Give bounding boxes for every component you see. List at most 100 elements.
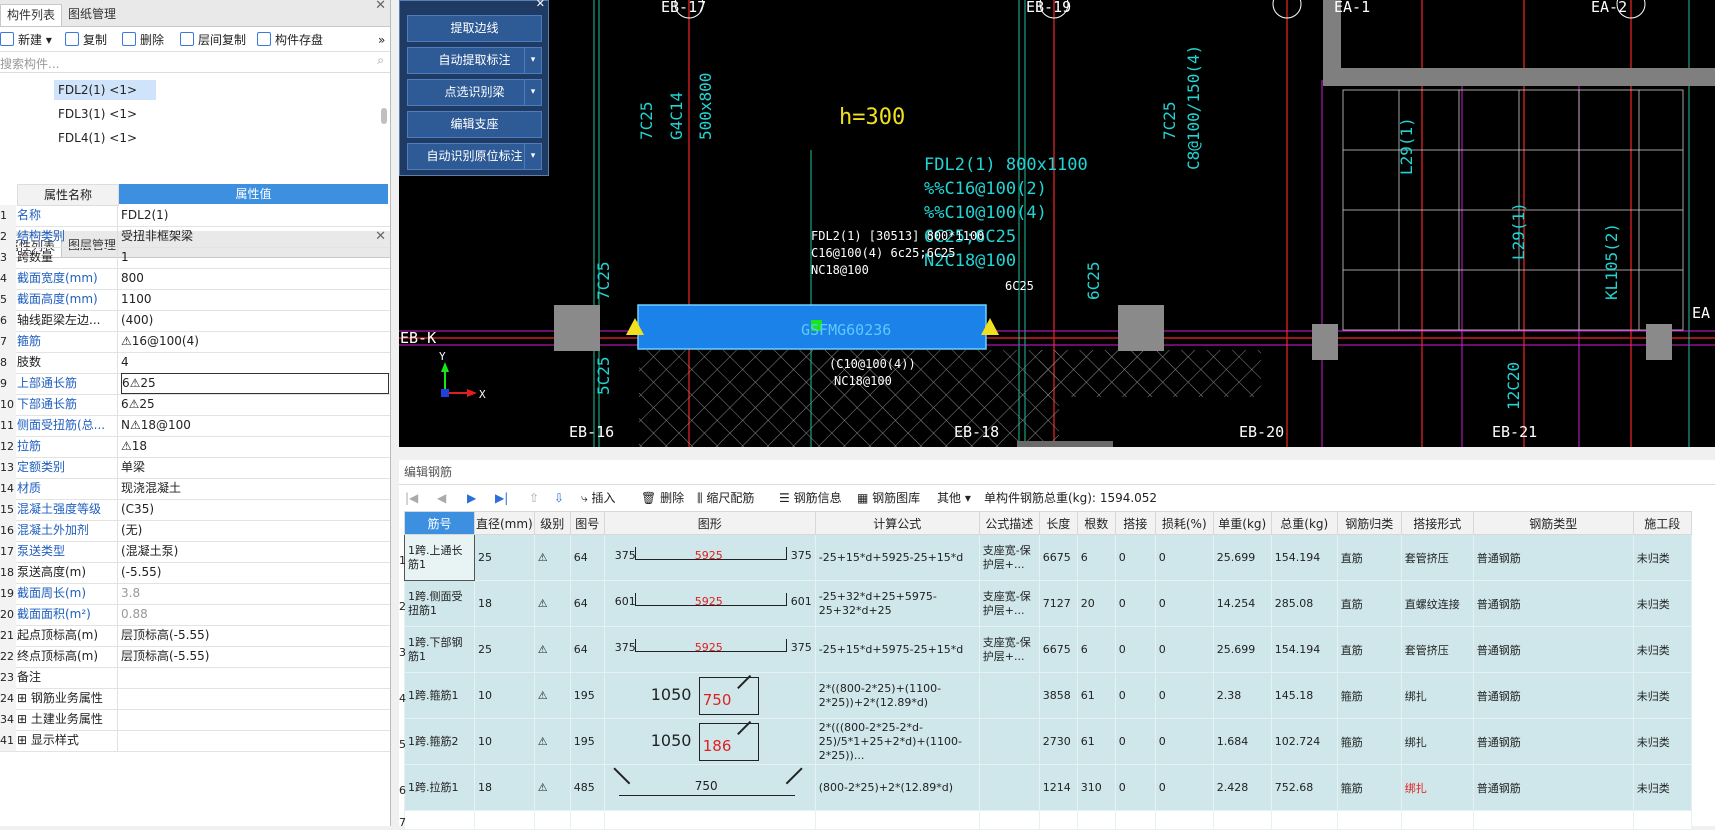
- list-item[interactable]: FDL4(1) <1>: [54, 128, 141, 148]
- loss-cell[interactable]: 0: [1154, 626, 1214, 673]
- loss-cell[interactable]: 0: [1154, 764, 1214, 811]
- rebar-name-cell[interactable]: 1跨.下部钢筋1: [404, 626, 475, 673]
- layer-copy-button[interactable]: 层间复制: [180, 31, 246, 49]
- property-row[interactable]: 41 ⊞ 显示样式: [0, 730, 390, 752]
- edit-support-button[interactable]: 编辑支座: [407, 111, 542, 138]
- rebar-info-button[interactable]: ☰ 钢筋信息: [779, 488, 842, 508]
- empty-cell[interactable]: [978, 810, 1040, 830]
- table-row[interactable]: 1跨.下部钢筋1 25 ⚠ 64 375 5925 375 -25+15*d+5975-25+…: [404, 626, 1692, 673]
- cls-cell[interactable]: 直筋: [1336, 626, 1402, 673]
- count-cell[interactable]: 61: [1076, 672, 1116, 719]
- insert-button[interactable]: ⤷ 插入: [581, 488, 616, 508]
- property-value[interactable]: [121, 667, 387, 688]
- property-row[interactable]: 14 材质 现浇混凝土: [0, 478, 390, 500]
- total-cell[interactable]: 154.194: [1270, 534, 1338, 581]
- table-row[interactable]: 1跨.上通长筋1 25 ⚠ 64 375 5925 375 -25+15*d+5925-25+…: [404, 534, 1692, 581]
- total-cell[interactable]: 145.18: [1270, 672, 1338, 719]
- len-cell[interactable]: 7127: [1038, 580, 1078, 627]
- column-header[interactable]: 级别: [533, 511, 571, 535]
- property-value[interactable]: 4: [121, 352, 387, 373]
- property-row[interactable]: 5 截面高度(mm) 1100: [0, 289, 390, 311]
- close-icon[interactable]: ✕: [536, 0, 545, 10]
- search-input[interactable]: 搜索构件...: [0, 55, 59, 72]
- shape-cell[interactable]: 750: [603, 764, 816, 811]
- loss-cell[interactable]: 0: [1154, 534, 1214, 581]
- property-value[interactable]: 层顶标高(-5.55): [121, 646, 387, 667]
- empty-cell[interactable]: [1472, 810, 1634, 830]
- shape-cell[interactable]: 1050 750: [603, 672, 816, 719]
- property-value[interactable]: 800: [121, 268, 387, 289]
- len-cell[interactable]: 6675: [1038, 626, 1078, 673]
- fig-cell[interactable]: 195: [569, 672, 605, 719]
- property-value[interactable]: 0.88: [121, 604, 387, 625]
- count-cell[interactable]: 6: [1076, 534, 1116, 581]
- formula-cell[interactable]: 2*((800-2*25)+(1100-2*25))+2*(12.89*d): [814, 672, 980, 719]
- property-value[interactable]: 1100: [121, 289, 387, 310]
- desc-cell[interactable]: [978, 672, 1040, 719]
- last-icon[interactable]: ▶|: [495, 488, 508, 508]
- property-value[interactable]: (-5.55): [121, 562, 387, 583]
- first-icon[interactable]: |◀: [405, 488, 418, 508]
- shape-cell[interactable]: 375 5925 375: [603, 626, 816, 673]
- rebar-name-cell[interactable]: 1跨.箍筋1: [404, 672, 475, 719]
- shape-cell[interactable]: 375 5925 375: [603, 534, 816, 581]
- stage-cell[interactable]: 未归类: [1632, 534, 1692, 581]
- type-cell[interactable]: 普通钢筋: [1472, 764, 1634, 811]
- count-cell[interactable]: 6: [1076, 626, 1116, 673]
- empty-cell[interactable]: [474, 810, 535, 830]
- dia-cell[interactable]: 25: [474, 534, 535, 581]
- lapform-cell[interactable]: 套管挤压: [1400, 626, 1474, 673]
- property-value[interactable]: N⚠18@100: [121, 415, 387, 436]
- unit-cell[interactable]: 1.684: [1212, 718, 1272, 765]
- cls-cell[interactable]: 箍筋: [1336, 764, 1402, 811]
- type-cell[interactable]: 普通钢筋: [1472, 718, 1634, 765]
- column-header[interactable]: 单重(kg): [1212, 511, 1272, 535]
- fig-cell[interactable]: 64: [569, 626, 605, 673]
- unit-cell[interactable]: 25.699: [1212, 534, 1272, 581]
- property-row[interactable]: 20 截面面积(m²) 0.88: [0, 604, 390, 626]
- property-row[interactable]: 19 截面周长(m) 3.8: [0, 583, 390, 605]
- auto-extract-label-button[interactable]: 自动提取标注 ▾: [407, 47, 542, 74]
- property-value[interactable]: [121, 709, 387, 730]
- grade-cell[interactable]: ⚠: [533, 626, 571, 673]
- empty-cell[interactable]: [569, 810, 605, 830]
- total-cell[interactable]: 285.08: [1270, 580, 1338, 627]
- property-value[interactable]: 现浇混凝土: [121, 478, 387, 499]
- property-row[interactable]: 13 定额类别 单梁: [0, 457, 390, 479]
- grade-cell[interactable]: ⚠: [533, 764, 571, 811]
- desc-cell[interactable]: 支座宽-保护层+...: [978, 626, 1040, 673]
- search-icon[interactable]: ⌕: [377, 53, 384, 68]
- lapform-cell[interactable]: 绑扎: [1400, 718, 1474, 765]
- column-header[interactable]: 损耗(%): [1154, 511, 1214, 535]
- loss-cell[interactable]: 0: [1154, 580, 1214, 627]
- property-value[interactable]: 单梁: [121, 457, 387, 478]
- column-header[interactable]: 直径(mm): [474, 511, 535, 535]
- fig-cell[interactable]: 485: [569, 764, 605, 811]
- empty-cell[interactable]: [1632, 810, 1692, 830]
- desc-cell[interactable]: 支座宽-保护层+...: [978, 534, 1040, 581]
- copy-button[interactable]: 复制: [65, 31, 107, 49]
- property-row[interactable]: 3 跨数量 1: [0, 247, 390, 269]
- lapform-cell[interactable]: 绑扎: [1400, 672, 1474, 719]
- lap-cell[interactable]: 0: [1114, 626, 1156, 673]
- table-row[interactable]: 1跨.侧面受扭筋1 18 ⚠ 64 601 5925 601 -25+32*d+25+5975…: [404, 580, 1692, 627]
- property-row[interactable]: 23 备注: [0, 667, 390, 689]
- stage-cell[interactable]: 未归类: [1632, 764, 1692, 811]
- rebar-library-button[interactable]: ▦ 钢筋图库: [857, 488, 920, 508]
- len-cell[interactable]: 6675: [1038, 534, 1078, 581]
- property-row[interactable]: 34 ⊞ 土建业务属性: [0, 709, 390, 731]
- dia-cell[interactable]: 10: [474, 718, 535, 765]
- unit-cell[interactable]: 14.254: [1212, 580, 1272, 627]
- close-icon[interactable]: ✕: [375, 0, 386, 13]
- property-value[interactable]: (混凝土泵): [121, 541, 387, 562]
- column-header[interactable]: 图形: [603, 511, 816, 535]
- len-cell[interactable]: 1214: [1038, 764, 1078, 811]
- shape-cell[interactable]: 1050 186: [603, 718, 816, 765]
- scale-rebar-button[interactable]: ⫼ 缩尺配筋: [697, 488, 754, 508]
- stage-cell[interactable]: 未归类: [1632, 626, 1692, 673]
- property-row[interactable]: 12 拉筋 ⚠18: [0, 436, 390, 458]
- stage-cell[interactable]: 未归类: [1632, 672, 1692, 719]
- empty-cell[interactable]: [1154, 810, 1214, 830]
- property-row[interactable]: 11 侧面受扭筋(总... N⚠18@100: [0, 415, 390, 437]
- cls-cell[interactable]: 箍筋: [1336, 672, 1402, 719]
